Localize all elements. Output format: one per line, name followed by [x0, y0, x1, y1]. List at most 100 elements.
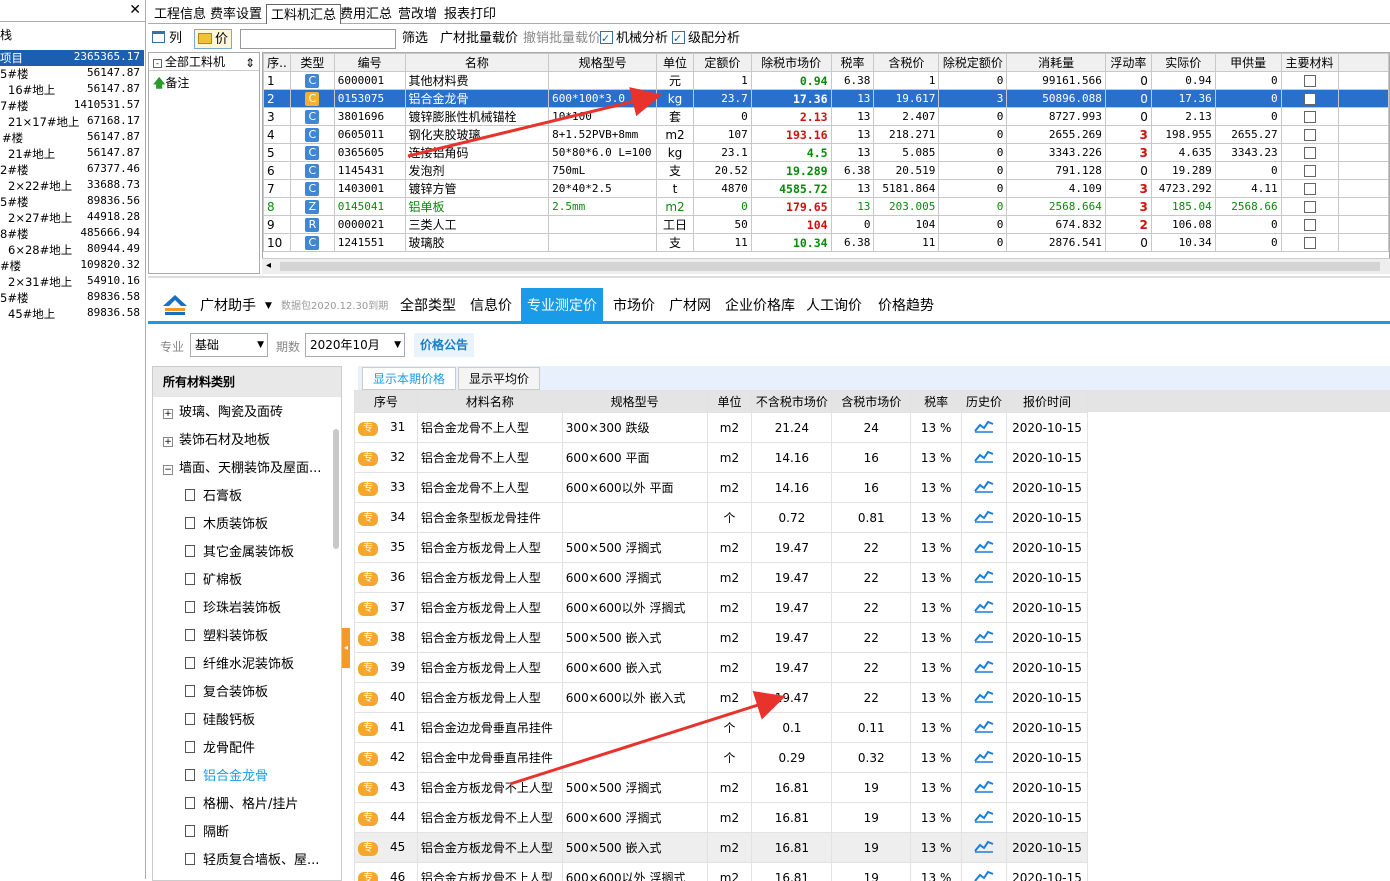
- price-excl-tax[interactable]: 19.47: [752, 623, 832, 653]
- assistant-tab[interactable]: 人工询价: [800, 288, 868, 324]
- float-rate[interactable]: 3: [1105, 180, 1151, 198]
- price-incl-tax[interactable]: 22: [832, 683, 911, 713]
- quota-price[interactable]: 0: [693, 198, 751, 216]
- material-spec[interactable]: 600*100*3.0: [549, 90, 657, 108]
- trend-chart-icon[interactable]: [974, 539, 994, 553]
- assistant-tab[interactable]: 市场价: [607, 288, 661, 324]
- price-column-header[interactable]: 税率: [911, 391, 962, 413]
- price-excl-tax[interactable]: 0.29: [752, 743, 832, 773]
- column-header[interactable]: 除税定额价: [939, 54, 1007, 72]
- main-material-checkbox[interactable]: [1304, 201, 1316, 213]
- category-item[interactable]: 隔断: [185, 819, 355, 847]
- main-material-checkbox[interactable]: [1304, 183, 1316, 195]
- float-rate[interactable]: 3: [1105, 144, 1151, 162]
- menu-item[interactable]: 工料机汇总: [266, 4, 341, 24]
- trend-chart-icon[interactable]: [974, 629, 994, 643]
- tree-item-note[interactable]: 🡅备注: [149, 71, 259, 95]
- trend-chart-icon[interactable]: [974, 869, 994, 881]
- material-unit[interactable]: kg: [657, 144, 694, 162]
- supplied-qty[interactable]: 4.11: [1215, 180, 1281, 198]
- project-tree-item[interactable]: 6×28#地上80944.49: [0, 242, 144, 258]
- price-row[interactable]: 专33铝合金龙骨不上人型600×600以外 平面m214.161613 %202…: [355, 473, 1088, 503]
- material-row[interactable]: 4C0605011钢化夹胶玻璃8+1.52PVB+8mmm2107193.161…: [264, 126, 1389, 144]
- material-name[interactable]: 镀锌膨胀性机械锚栓: [405, 108, 549, 126]
- price-excl-tax[interactable]: 0.72: [752, 503, 832, 533]
- scrollbar-thumb[interactable]: [280, 262, 1380, 271]
- price-row[interactable]: 专40铝合金方板龙骨上人型600×600以外 嵌入式m219.472213 %2…: [355, 683, 1088, 713]
- price-excl-tax[interactable]: 16.81: [752, 833, 832, 863]
- machine-analysis-checkbox[interactable]: 机械分析: [600, 29, 668, 49]
- material-row[interactable]: 8Z0145041铝单板2.5mmm20179.6513203.00502568…: [264, 198, 1389, 216]
- category-item[interactable]: 矿棉板: [185, 567, 355, 595]
- material-row[interactable]: 3C3801696镀锌膨胀性机械锚栓10*100套02.13132.407087…: [264, 108, 1389, 126]
- material-spec[interactable]: [549, 72, 657, 90]
- menu-item[interactable]: 费率设置: [206, 4, 266, 24]
- project-tree-item[interactable]: 2×31#地上54910.16: [0, 274, 144, 290]
- price-incl-tax[interactable]: 22: [832, 593, 911, 623]
- trend-chart-icon[interactable]: [974, 719, 994, 733]
- main-material-checkbox[interactable]: [1304, 165, 1316, 177]
- material-name[interactable]: 发泡剂: [405, 162, 549, 180]
- main-material-checkbox[interactable]: [1304, 111, 1316, 123]
- price-row[interactable]: 专31铝合金龙骨不上人型300×300 跌级m221.242413 %2020-…: [355, 413, 1088, 443]
- price-row[interactable]: 专38铝合金方板龙骨上人型500×500 嵌入式m219.472213 %202…: [355, 623, 1088, 653]
- main-material-checkbox[interactable]: [1304, 93, 1316, 105]
- main-material-checkbox[interactable]: [1304, 147, 1316, 159]
- material-row[interactable]: 2C0153075铝合金龙骨600*100*3.0kg23.717.361319…: [264, 90, 1389, 108]
- project-tree-item[interactable]: 21#地上56147.87: [0, 146, 144, 162]
- material-row[interactable]: 7C1403001镀锌方管20*40*2.5t48704585.72135181…: [264, 180, 1389, 198]
- supplied-qty[interactable]: 0: [1215, 108, 1281, 126]
- assistant-title[interactable]: 广材助手: [200, 288, 256, 324]
- market-price-excl-tax[interactable]: 179.65: [751, 198, 831, 216]
- trend-chart-icon[interactable]: [974, 839, 994, 853]
- price-excl-tax[interactable]: 16.81: [752, 863, 832, 881]
- category-item[interactable]: −墙面、天棚装饰及屋面...: [163, 455, 333, 483]
- price-row[interactable]: 专43铝合金方板龙骨不上人型500×500 浮搁式m216.811913 %20…: [355, 773, 1088, 803]
- trend-chart-icon[interactable]: [974, 569, 994, 583]
- tax-rate[interactable]: 13: [831, 126, 874, 144]
- menu-item[interactable]: 工程信息: [150, 4, 210, 24]
- tax-rate[interactable]: 13: [831, 108, 874, 126]
- float-rate[interactable]: 0: [1105, 90, 1151, 108]
- price-excl-tax[interactable]: 0.1: [752, 713, 832, 743]
- material-unit[interactable]: 工日: [657, 216, 694, 234]
- price-view-tab[interactable]: 显示本期价格: [362, 367, 456, 390]
- scroll-left-icon[interactable]: ◂: [266, 260, 271, 271]
- float-rate[interactable]: 0: [1105, 234, 1151, 252]
- price-excl-tax[interactable]: 14.16: [752, 473, 832, 503]
- supplied-qty[interactable]: 0: [1215, 162, 1281, 180]
- quota-price[interactable]: 0: [693, 108, 751, 126]
- trend-chart-icon[interactable]: [974, 479, 994, 493]
- material-code[interactable]: 1403001: [334, 180, 405, 198]
- project-tree-item[interactable]: #楼56147.87: [0, 130, 144, 146]
- price-row[interactable]: 专37铝合金方板龙骨上人型600×600以外 浮搁式m219.472213 %2…: [355, 593, 1088, 623]
- column-button[interactable]: 列: [152, 29, 182, 49]
- material-spec[interactable]: 8+1.52PVB+8mm: [549, 126, 657, 144]
- trend-chart-icon[interactable]: [974, 419, 994, 433]
- column-header[interactable]: 实际价: [1151, 54, 1215, 72]
- price-incl-tax[interactable]: 19: [832, 773, 911, 803]
- price-button[interactable]: 价: [194, 29, 232, 49]
- main-material-checkbox[interactable]: [1304, 129, 1316, 141]
- column-header[interactable]: 税率: [831, 54, 874, 72]
- material-code[interactable]: 3801696: [334, 108, 405, 126]
- material-code[interactable]: 1241551: [334, 234, 405, 252]
- price-incl-tax[interactable]: 16: [832, 443, 911, 473]
- material-unit[interactable]: 元: [657, 72, 694, 90]
- column-header[interactable]: 含税价: [874, 54, 939, 72]
- tax-rate[interactable]: 6.38: [831, 72, 874, 90]
- category-item[interactable]: 复合装饰板: [185, 679, 355, 707]
- market-price-excl-tax[interactable]: 0.94: [751, 72, 831, 90]
- price-incl-tax[interactable]: 0.32: [832, 743, 911, 773]
- category-item[interactable]: 塑料装饰板: [185, 623, 355, 651]
- undo-batch-load-button[interactable]: 撤销批量载价: [523, 29, 601, 49]
- tax-rate[interactable]: 0: [831, 216, 874, 234]
- trend-chart-icon[interactable]: [974, 779, 994, 793]
- column-header[interactable]: 甲供量: [1215, 54, 1281, 72]
- material-code[interactable]: 0605011: [334, 126, 405, 144]
- material-unit[interactable]: 支: [657, 162, 694, 180]
- price-column-header[interactable]: 含税市场价: [832, 391, 911, 413]
- price-view-tab[interactable]: 显示平均价: [458, 367, 540, 390]
- material-name[interactable]: 三类人工: [405, 216, 549, 234]
- column-header[interactable]: 主要材料: [1281, 54, 1338, 72]
